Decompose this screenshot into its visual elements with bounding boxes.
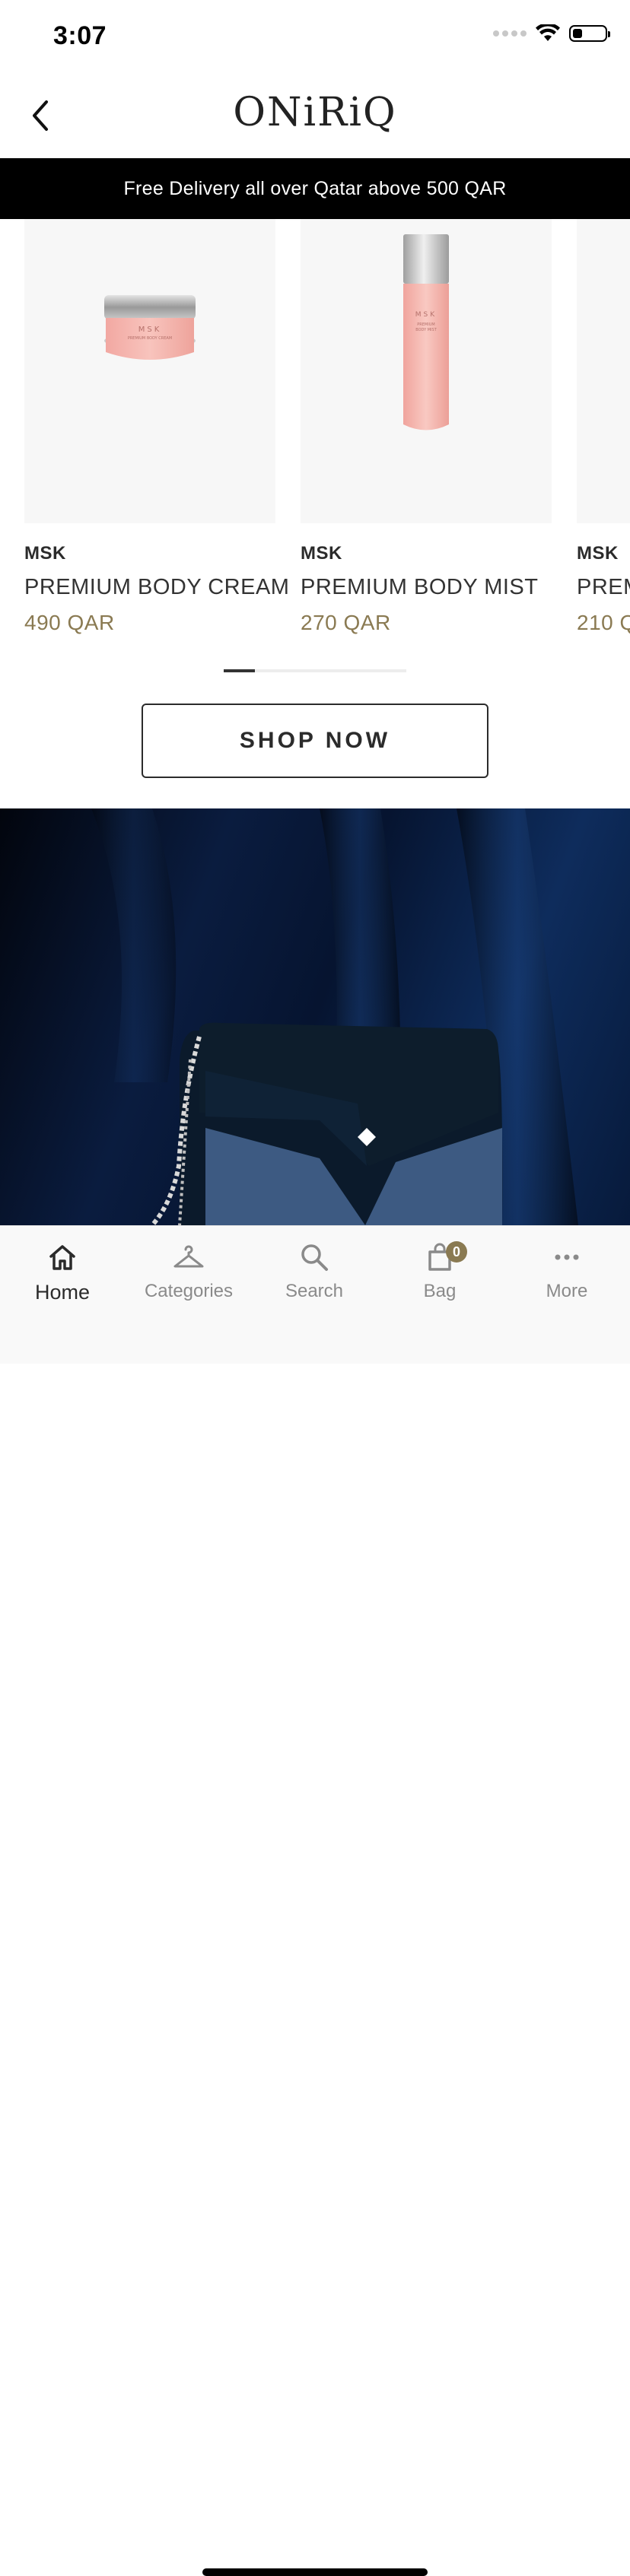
product-image[interactable] <box>577 219 630 523</box>
product-name[interactable]: PREMIUM BODY CREAM <box>24 575 289 600</box>
shop-now-button[interactable]: SHOP NOW <box>142 704 488 778</box>
home-indicator[interactable] <box>202 2568 428 2576</box>
battery-icon <box>569 25 610 42</box>
handbag-image <box>91 808 578 1225</box>
tab-home[interactable]: Home <box>9 1240 116 1304</box>
product-name[interactable]: PREMIUM BODY LOTION <box>577 575 630 600</box>
search-icon <box>301 1244 328 1271</box>
app-header: ONiRiQ <box>0 76 630 158</box>
product-brand: MSK <box>24 543 66 564</box>
wifi-icon <box>536 24 560 41</box>
product-price: 210 QAR <box>577 611 630 634</box>
carousel-scroll-indicator <box>224 669 406 672</box>
body-cream-jar-image: MSK PREMIUM BODY CREAM <box>104 295 196 360</box>
cellular-signal-icon <box>493 30 527 37</box>
bottle-label-line1: PREMIUM <box>417 322 434 327</box>
tab-search[interactable]: Search <box>261 1240 368 1302</box>
jar-label-line: PREMIUM BODY CREAM <box>128 336 172 341</box>
product-image[interactable]: MSK PREMIUM BODY CREAM <box>24 219 275 523</box>
product-card[interactable]: MSK PREMIUM BODY MIST MSK PREMIUM BODY M… <box>301 219 552 635</box>
bag-count-badge: 0 <box>446 1241 467 1263</box>
bottle-label-brand: MSK <box>415 311 437 319</box>
brand-logo[interactable]: ONiRiQ <box>0 90 630 135</box>
product-price: 270 QAR <box>301 611 391 634</box>
hero-banner-image[interactable] <box>0 808 630 1225</box>
status-icons <box>493 24 610 43</box>
tab-home-label: Home <box>34 1281 91 1304</box>
promo-banner: Free Delivery all over Qatar above 500 Q… <box>0 158 630 219</box>
product-card[interactable]: MSK PREMIUM BODY CREAM MSK PREMIUM BODY … <box>24 219 289 635</box>
product-image[interactable]: MSK PREMIUM BODY MIST <box>301 219 552 523</box>
product-price: 490 QAR <box>24 611 115 634</box>
status-time: 3:07 <box>53 21 107 50</box>
tab-bag-label: Bag <box>423 1281 457 1301</box>
product-name[interactable]: PREMIUM BODY MIST <box>301 575 552 600</box>
tab-categories-label: Categories <box>144 1281 234 1301</box>
hanger-icon <box>173 1245 204 1268</box>
promo-text: Free Delivery all over Qatar above 500 Q… <box>123 177 507 199</box>
product-brand: MSK <box>301 543 342 564</box>
tab-more[interactable]: More <box>514 1240 620 1302</box>
tab-categories[interactable]: Categories <box>135 1240 242 1302</box>
body-mist-bottle-image: MSK PREMIUM BODY MIST <box>403 234 449 430</box>
home-icon <box>49 1245 75 1270</box>
status-bar: 3:07 <box>0 0 630 76</box>
product-brand: MSK <box>577 543 619 564</box>
carousel-scroll-thumb <box>224 669 255 672</box>
bottom-tab-bar: Home Categories Search 0 Bag More <box>0 1225 630 2576</box>
bottle-label-line2: BODY MIST <box>415 328 437 332</box>
product-carousel[interactable]: MSK PREMIUM BODY CREAM MSK PREMIUM BODY … <box>0 219 630 645</box>
tab-bag[interactable]: 0 Bag <box>387 1240 493 1302</box>
more-icon <box>555 1254 579 1260</box>
tab-more-label: More <box>546 1281 588 1301</box>
jar-label-brand: MSK <box>138 326 162 334</box>
tab-search-label: Search <box>285 1281 344 1301</box>
product-card[interactable]: MSK PREMIUM BODY LOTION 210 QAR <box>577 219 630 635</box>
